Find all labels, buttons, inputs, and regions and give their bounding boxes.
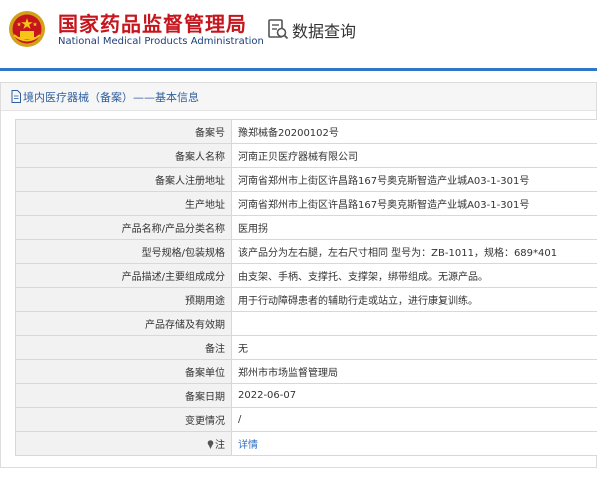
national-emblem-icon	[9, 11, 45, 47]
row-value	[231, 311, 597, 336]
header-divider	[0, 68, 597, 71]
breadcrumb: 境内医疗器械（备案）——基本信息	[1, 83, 596, 111]
row-value: 河南省郑州市上街区许昌路167号奥克斯智造产业城A03-1-301号	[231, 167, 597, 192]
table-row: 备案人名称 河南正贝医疗器械有限公司	[15, 143, 597, 168]
row-label: 备案日期	[15, 383, 232, 408]
row-value: 郑州市市场监督管理局	[231, 359, 597, 384]
row-value: 河南省郑州市上街区许昌路167号奥克斯智造产业城A03-1-301号	[231, 191, 597, 216]
row-label: 生产地址	[15, 191, 232, 216]
row-label: 备案单位	[15, 359, 232, 384]
page-title: 数据查询	[292, 22, 357, 41]
row-value: 2022-06-07	[231, 383, 597, 408]
row-value: 该产品分为左右腿，左右尺寸相同 型号为：ZB-1011，规格：689*401	[231, 239, 597, 264]
site-header: 国家药品监督管理局 National Medical Products Admi…	[0, 0, 597, 71]
search-doc-icon	[268, 19, 289, 40]
row-label: 注	[215, 440, 225, 451]
row-label: 备案人名称	[15, 143, 232, 168]
info-table: 备案号 豫郑械备20200102号 备案人名称 河南正贝医疗器械有限公司 备案人…	[15, 119, 597, 456]
table-row: 备案人注册地址 河南省郑州市上街区许昌路167号奥克斯智造产业城A03-1-30…	[15, 167, 597, 192]
table-row: 产品描述/主要组成成分 由支架、手柄、支撑托、支撑架，绑带组成。无源产品。	[15, 263, 597, 288]
table-row: 变更情况 /	[15, 407, 597, 432]
row-value: 用于行动障碍患者的辅助行走或站立，进行康复训练。	[231, 287, 597, 312]
row-value: /	[231, 407, 597, 432]
table-row: 产品存储及有效期	[15, 311, 597, 336]
detail-panel: 境内医疗器械（备案）——基本信息 备案号 豫郑械备20200102号 备案人名称…	[0, 82, 597, 468]
table-row: 备案单位 郑州市市场监督管理局	[15, 359, 597, 384]
row-label: 产品描述/主要组成成分	[15, 263, 232, 288]
row-value: 豫郑械备20200102号	[231, 119, 597, 144]
table-row: 型号规格/包装规格 该产品分为左右腿，左右尺寸相同 型号为：ZB-1011，规格…	[15, 239, 597, 264]
table-row: 生产地址 河南省郑州市上街区许昌路167号奥克斯智造产业城A03-1-301号	[15, 191, 597, 216]
breadcrumb-text: 境内医疗器械（备案）——基本信息	[23, 91, 199, 104]
table-row: 备案日期 2022-06-07	[15, 383, 597, 408]
row-label: 型号规格/包装规格	[15, 239, 232, 264]
row-value: 详情	[231, 431, 597, 456]
row-label: 变更情况	[15, 407, 232, 432]
row-value: 医用拐	[231, 215, 597, 240]
row-label: 产品名称/产品分类名称	[15, 215, 232, 240]
row-label: 备注	[15, 335, 232, 360]
table-row: 备案号 豫郑械备20200102号	[15, 119, 597, 144]
row-label: 备案人注册地址	[15, 167, 232, 192]
document-icon	[11, 90, 21, 103]
agency-name-cn: 国家药品监督管理局	[58, 12, 247, 36]
table-row: 预期用途 用于行动障碍患者的辅助行走或站立，进行康复训练。	[15, 287, 597, 312]
pin-icon	[207, 440, 214, 449]
row-label: 备案号	[15, 119, 232, 144]
row-value: 无	[231, 335, 597, 360]
table-row: 注 详情	[15, 431, 597, 456]
details-link[interactable]: 详情	[238, 440, 258, 451]
row-label: 预期用途	[15, 287, 232, 312]
row-value: 由支架、手柄、支撑托、支撑架，绑带组成。无源产品。	[231, 263, 597, 288]
row-label: 产品存储及有效期	[15, 311, 232, 336]
row-value: 河南正贝医疗器械有限公司	[231, 143, 597, 168]
note-label-cell: 注	[15, 431, 232, 456]
agency-name-en: National Medical Products Administration	[58, 36, 264, 47]
table-row: 备注 无	[15, 335, 597, 360]
table-row: 产品名称/产品分类名称 医用拐	[15, 215, 597, 240]
